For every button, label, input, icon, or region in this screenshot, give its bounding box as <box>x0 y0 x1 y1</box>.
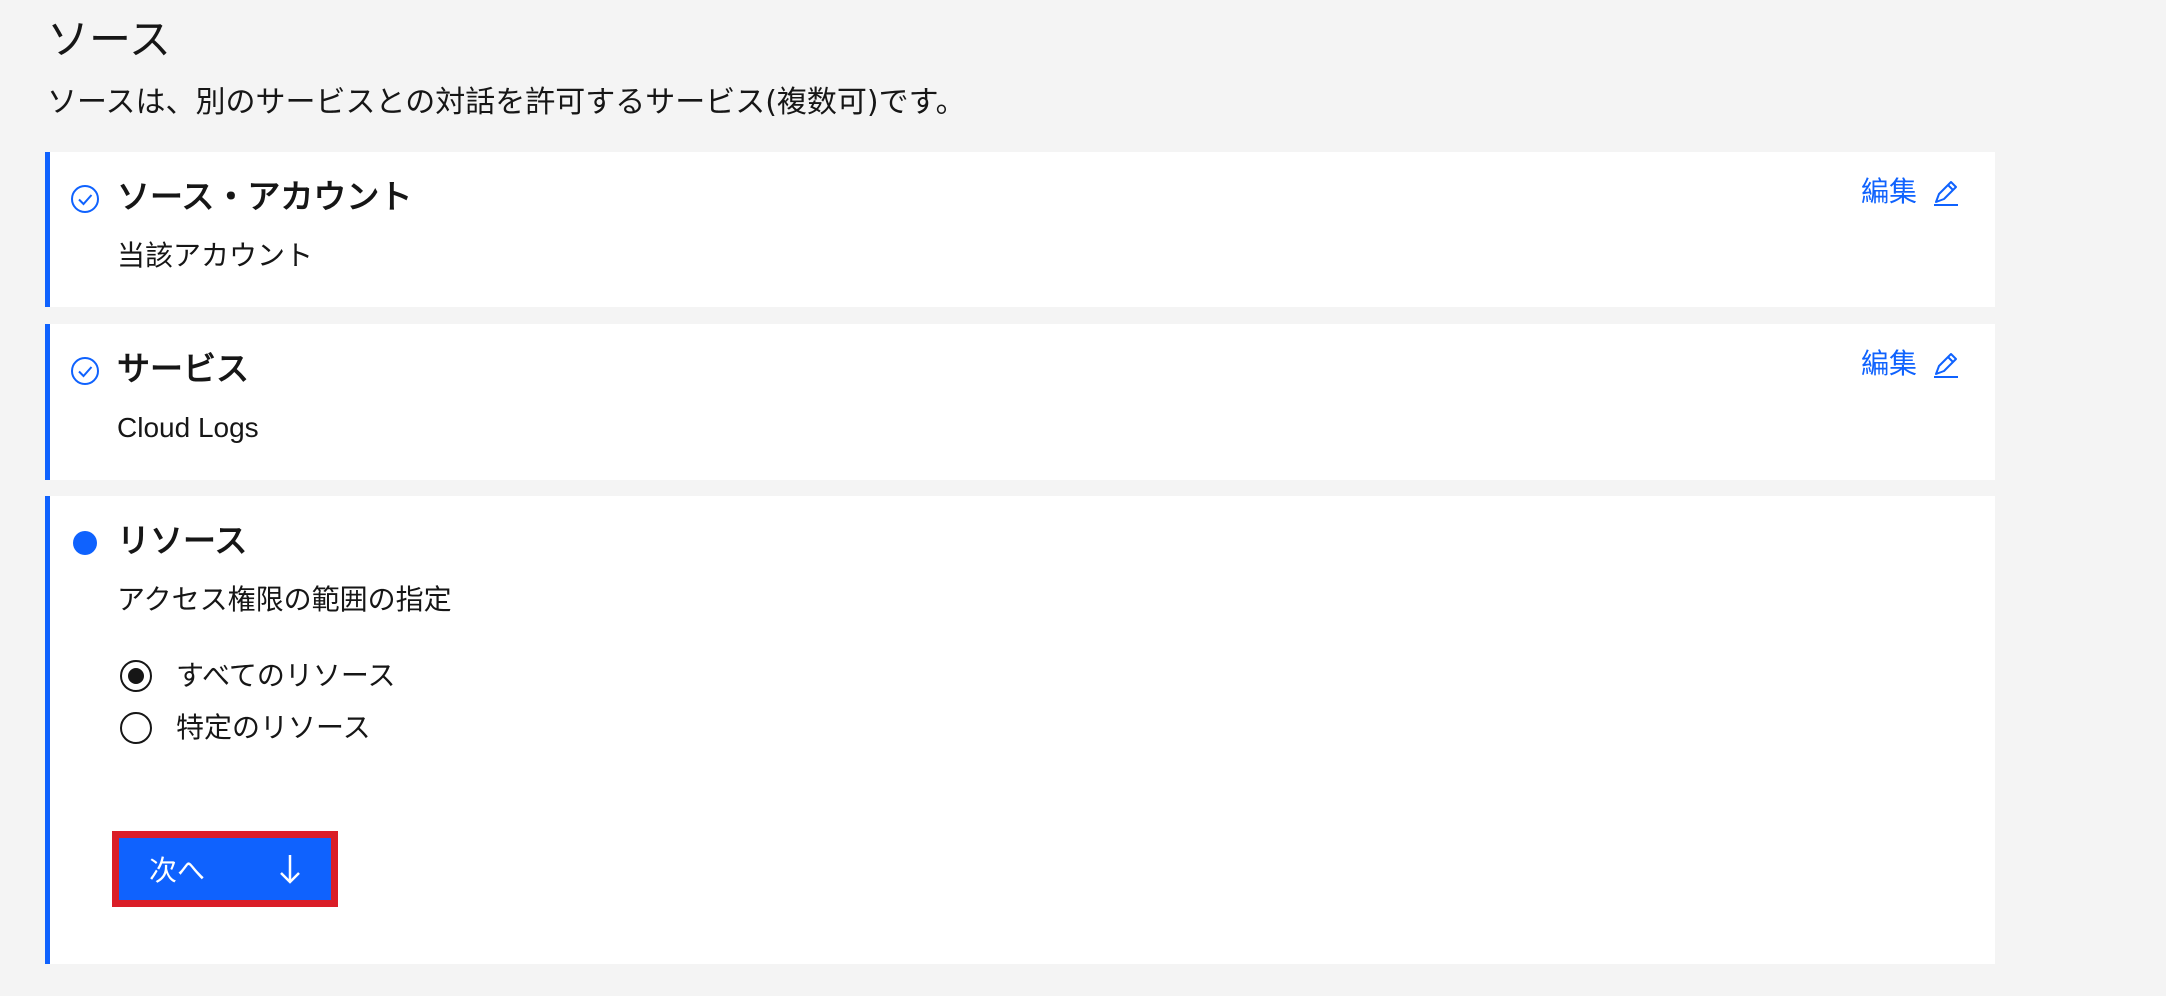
step-service: サービス Cloud Logs 編集 <box>45 324 1995 480</box>
radio-dot <box>128 668 144 684</box>
page-description: ソースは、別のサービスとの対話を許可するサービス(複数可)です。 <box>47 85 966 120</box>
radio-all-resources[interactable]: すべてのリソース <box>120 650 396 702</box>
edit-service-link[interactable]: 編集 <box>1861 344 1961 384</box>
step-value: 当該アカウント <box>117 239 314 272</box>
highlight-box: 次へ <box>112 831 338 907</box>
edit-icon <box>1931 349 1961 379</box>
current-step-dot-icon <box>70 528 100 558</box>
step-value: Cloud Logs <box>117 412 259 443</box>
radio-button-checked[interactable] <box>120 660 152 692</box>
page: ソース ソースは、別のサービスとの対話を許可するサービス(複数可)です。 ソース… <box>0 0 2166 996</box>
step-title: サービス <box>117 349 249 388</box>
radio-label: すべてのリソース <box>176 659 396 692</box>
step-description: アクセス権限の範囲の指定 <box>117 583 452 616</box>
next-button[interactable]: 次へ <box>119 838 331 900</box>
edit-link-label: 編集 <box>1860 347 1917 380</box>
radio-label: 特定のリソース <box>176 711 371 744</box>
arrow-down-icon <box>275 852 305 886</box>
page-title: ソース <box>47 15 171 64</box>
checkmark-outline-icon <box>70 356 100 386</box>
step-title: リソース <box>117 521 248 560</box>
edit-link-label: 編集 <box>1860 175 1917 208</box>
step-source-account: ソース・アカウント 当該アカウント 編集 <box>45 152 1995 307</box>
edit-icon <box>1931 177 1961 207</box>
edit-source-account-link[interactable]: 編集 <box>1861 172 1961 212</box>
step-title: ソース・アカウント <box>117 177 413 216</box>
radio-specific-resources[interactable]: 特定のリソース <box>120 702 396 754</box>
resource-scope-radio-group: すべてのリソース 特定のリソース <box>120 650 396 754</box>
step-resources: リソース アクセス権限の範囲の指定 すべてのリソース 特定のリソース 次へ <box>45 496 1995 964</box>
checkmark-outline-icon <box>70 184 100 214</box>
radio-button-unchecked[interactable] <box>120 712 152 744</box>
next-button-label: 次へ <box>149 854 206 887</box>
